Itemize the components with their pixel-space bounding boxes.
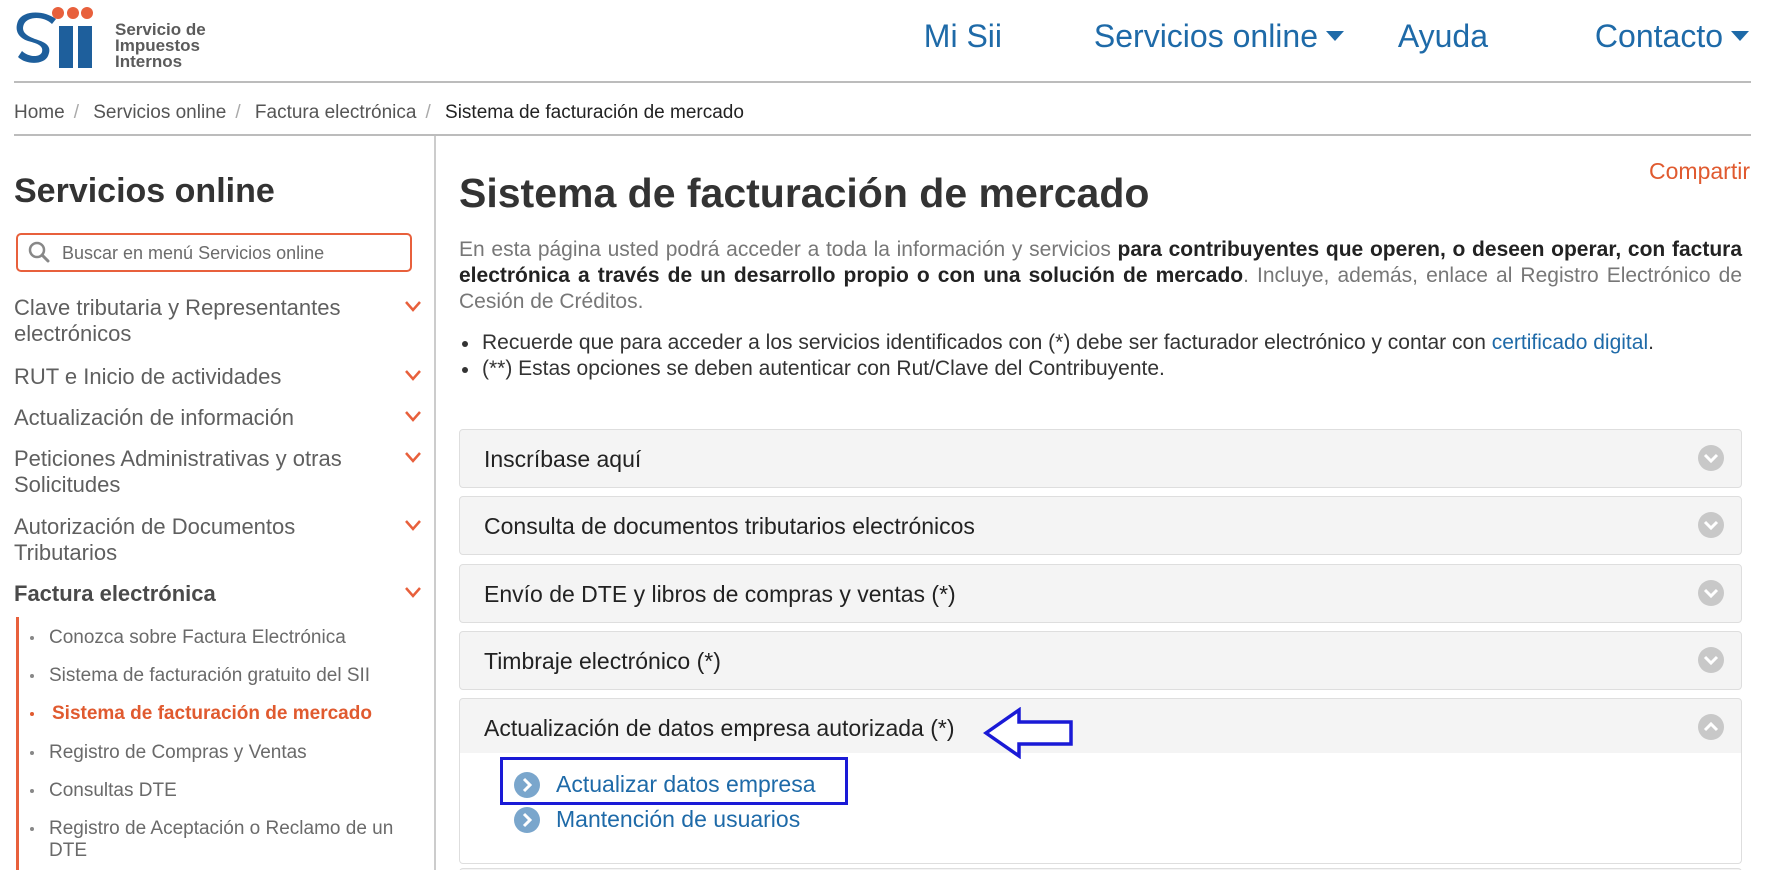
accordion-label: Envío de DTE y libros de compras y venta… — [484, 581, 956, 607]
notes-list: Recuerde que para acceder a los servicio… — [459, 330, 1742, 382]
breadcrumb-separator: / — [235, 102, 241, 123]
chevron-down-circle-icon — [1698, 512, 1724, 538]
annotation-arrow-icon — [983, 707, 1073, 759]
sidebar-item-actualizacion[interactable]: Actualización de información — [14, 405, 424, 431]
breadcrumb: Home / Servicios online / Factura electrón… — [14, 102, 744, 124]
accordion-label: Consulta de documentos tributarios elect… — [484, 513, 975, 539]
accordion-label: Timbraje electrónico (*) — [484, 648, 721, 674]
sidebar-item-clave-tributaria[interactable]: Clave tributaria y Representantes electr… — [14, 295, 424, 347]
accordion-consulta-dte[interactable]: Consulta de documentos tributarios elect… — [459, 496, 1742, 555]
submenu-item[interactable]: Sistema de facturación gratuito del SII — [30, 665, 420, 687]
accordion-inscribase[interactable]: Inscríbase aquí — [459, 429, 1742, 488]
share-link[interactable]: Compartir — [1649, 158, 1750, 185]
chevron-down-icon — [405, 370, 421, 381]
chevron-down-icon — [405, 520, 421, 531]
chevron-down-circle-icon — [1698, 647, 1724, 673]
note-item: (**) Estas opciones se deben autenticar … — [459, 356, 1742, 382]
sidebar-item-factura-electronica[interactable]: Factura electrónica — [14, 581, 424, 607]
chevron-down-icon — [405, 411, 421, 422]
submenu-item-label: Sistema de facturación gratuito del SII — [49, 665, 371, 686]
sidebar-search — [16, 233, 412, 272]
nav-mi-sii[interactable]: Mi Sii — [924, 18, 1002, 55]
sidebar-item-label: Actualización de información — [14, 405, 295, 430]
sidebar-item-label: Peticiones Administrativas y otras Solic… — [14, 446, 342, 497]
page-title: Sistema de facturación de mercado — [459, 170, 1150, 216]
breadcrumb-separator: / — [73, 102, 79, 123]
accordion-actualizacion-datos[interactable]: Actualización de datos empresa autorizad… — [459, 698, 1742, 757]
mantencion-usuarios-link[interactable]: Mantención de usuarios — [514, 806, 800, 833]
breadcrumb-current: Sistema de facturación de mercado — [445, 102, 744, 123]
submenu-item-label: Consultas DTE — [49, 780, 177, 801]
bullet-icon — [30, 636, 34, 640]
sidebar-item-peticiones[interactable]: Peticiones Administrativas y otras Solic… — [14, 446, 424, 498]
breadcrumb-home[interactable]: Home — [14, 102, 65, 123]
chevron-down-icon — [405, 587, 421, 598]
nav-contacto-label: Contacto — [1594, 18, 1723, 54]
caret-down-icon — [1731, 30, 1749, 41]
submenu-item-label: Registro de Aceptación o Reclamo de un D… — [49, 818, 394, 861]
chevron-down-circle-icon — [1698, 580, 1724, 606]
annotation-highlight-box — [500, 757, 848, 805]
note-item: Recuerde que para acceder a los servicio… — [459, 330, 1742, 356]
header-divider — [14, 81, 1751, 83]
bullet-icon — [30, 751, 34, 755]
bullet-icon — [30, 712, 34, 716]
sidebar-divider — [434, 136, 436, 870]
certificado-digital-link[interactable]: certificado digital — [1492, 331, 1648, 354]
submenu-item[interactable]: Registro de Compras y Ventas — [30, 742, 420, 764]
sidebar-item-label: Autorización de Documentos Tributarios — [14, 514, 296, 565]
chevron-up-circle-icon — [1698, 714, 1724, 740]
logo-text: Servicio de Impuestos Internos — [115, 20, 206, 71]
note-text: Recuerde que para acceder a los servicio… — [482, 331, 1492, 354]
chevron-down-icon — [405, 301, 421, 312]
breadcrumb-servicios-online[interactable]: Servicios online — [93, 102, 226, 123]
submenu-item-label: Conozca sobre Factura Electrónica — [49, 627, 346, 648]
breadcrumb-divider — [14, 134, 1751, 136]
accordion-label: Actualización de datos empresa autorizad… — [484, 715, 955, 741]
breadcrumb-factura-electronica[interactable]: Factura electrónica — [255, 102, 417, 123]
nav-contacto[interactable]: Contacto — [1595, 18, 1749, 55]
submenu-item[interactable]: Consultas DTE — [30, 780, 420, 802]
chevron-down-circle-icon — [1698, 445, 1724, 471]
caret-down-icon — [1326, 30, 1344, 41]
breadcrumb-separator: / — [425, 102, 431, 123]
sii-logo-mark — [16, 7, 93, 68]
nav-ayuda[interactable]: Ayuda — [1398, 18, 1488, 55]
submenu-item-current[interactable]: Sistema de facturación de mercado — [30, 703, 420, 725]
accordion-timbraje[interactable]: Timbraje electrónico (*) — [459, 631, 1742, 690]
search-icon — [28, 241, 50, 263]
sii-logo[interactable]: Servicio de Impuestos Internos — [14, 4, 206, 70]
bullet-icon — [30, 789, 34, 793]
intro-paragraph: En esta página usted podrá acceder a tod… — [459, 237, 1742, 315]
nav-servicios-online[interactable]: Servicios online — [1094, 18, 1344, 55]
sidebar-item-label: Factura electrónica — [14, 581, 216, 606]
sidebar-item-autorizacion[interactable]: Autorización de Documentos Tributarios — [14, 514, 424, 566]
submenu-indicator — [16, 617, 19, 870]
sidebar-title: Servicios online — [14, 172, 275, 210]
submenu-item[interactable]: Registro de Aceptación o Reclamo de un D… — [30, 818, 420, 862]
sidebar-item-rut[interactable]: RUT e Inicio de actividades — [14, 364, 424, 390]
bullet-icon — [30, 674, 34, 678]
arrow-right-circle-icon — [514, 807, 540, 833]
intro-text: En esta página usted podrá acceder a tod… — [459, 238, 1118, 261]
note-text-end: . — [1648, 331, 1654, 354]
submenu-item-label: Sistema de facturación de mercado — [52, 703, 372, 724]
chevron-down-icon — [405, 452, 421, 463]
submenu-item[interactable]: Conozca sobre Factura Electrónica — [30, 627, 420, 649]
accordion-label: Inscríbase aquí — [484, 446, 642, 472]
sidebar-item-label: RUT e Inicio de actividades — [14, 364, 282, 389]
nav-servicios-online-label: Servicios online — [1093, 18, 1318, 54]
sidebar-item-label: Clave tributaria y Representantes electr… — [14, 295, 341, 346]
sidebar-search-input[interactable] — [62, 241, 402, 265]
link-label: Mantención de usuarios — [556, 806, 801, 832]
submenu-item-label: Registro de Compras y Ventas — [49, 742, 307, 763]
bullet-icon — [30, 827, 34, 831]
accordion-envio-dte[interactable]: Envío de DTE y libros de compras y venta… — [459, 564, 1742, 623]
note-text: (**) Estas opciones se deben autenticar … — [482, 357, 1165, 380]
